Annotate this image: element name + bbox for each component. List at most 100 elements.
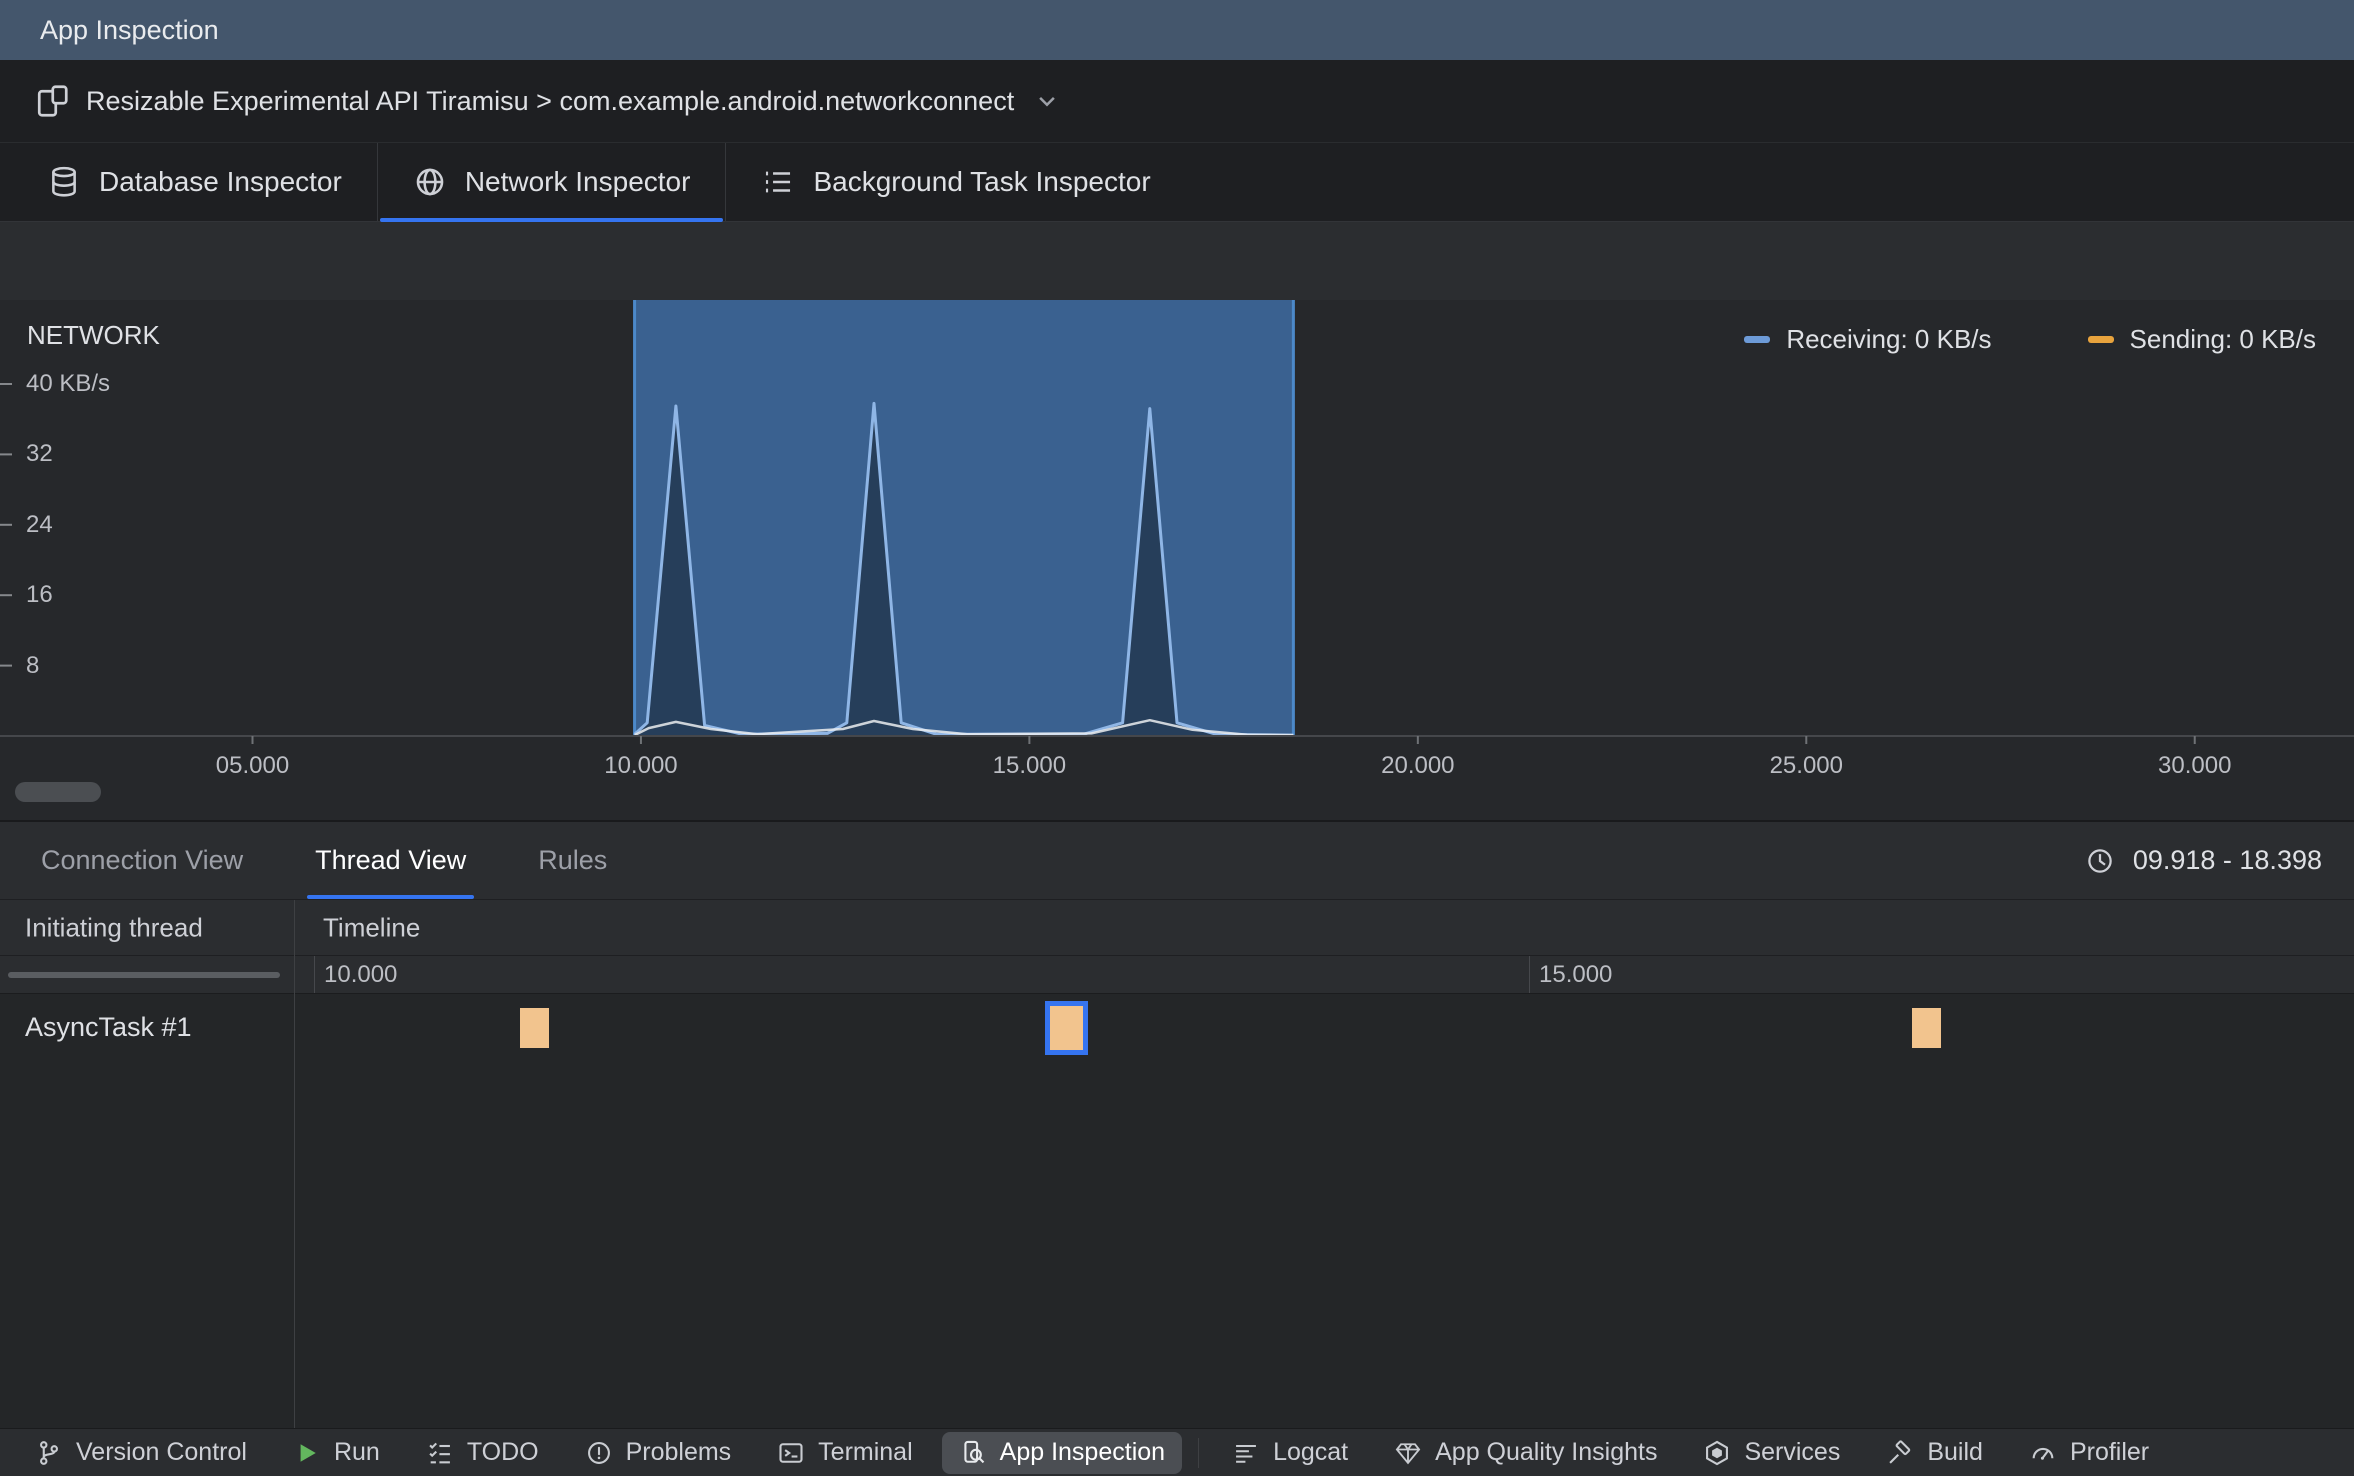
tab-label: Rules: [538, 845, 608, 875]
y-axis-label: 8: [26, 651, 40, 679]
tool-window-label: TODO: [466, 1438, 539, 1466]
legend-receiving: Receiving: 0 KB/s: [1744, 324, 1992, 355]
sending-swatch: [2087, 336, 2114, 343]
tab-label: Background Task Inspector: [813, 166, 1151, 197]
network-event-block[interactable]: [1912, 1008, 1941, 1048]
y-axis-label: 32: [26, 440, 53, 468]
legend-sending-label: Sending: 0 KB/s: [2129, 324, 2316, 354]
selection-left-handle[interactable]: [633, 300, 637, 736]
tab-label: Thread View: [315, 845, 467, 875]
thread-row-timeline[interactable]: [0, 994, 2354, 1428]
tool-window-button-todo[interactable]: TODO: [409, 1432, 556, 1474]
app-inspection-window: App Inspection Resizable Experimental AP…: [0, 0, 2354, 1476]
y-axis-label: 16: [26, 581, 53, 609]
tool-window-button-profiler[interactable]: Profiler: [2012, 1432, 2166, 1474]
tab-thread-view[interactable]: Thread View: [307, 822, 475, 899]
column-header-initiating-thread: Initiating thread: [25, 912, 203, 942]
tab-label: Database Inspector: [99, 166, 342, 197]
thread-table-header: Initiating thread Timeline: [0, 900, 2354, 956]
process-selector-label: Resizable Experimental API Tiramisu > co…: [86, 85, 1015, 116]
tool-window-button-logcat[interactable]: Logcat: [1215, 1432, 1365, 1474]
resizable-device-icon: [34, 83, 70, 119]
chevron-down-icon: [1032, 86, 1062, 116]
tool-window-label: Profiler: [2069, 1438, 2150, 1466]
receiving-swatch: [1744, 336, 1771, 343]
tool-window-button-app-inspection[interactable]: App Inspection: [941, 1431, 1183, 1474]
x-axis-label: 05.000: [215, 752, 290, 779]
tool-window-label: Version Control: [76, 1438, 247, 1466]
tool-window-button-terminal[interactable]: Terminal: [760, 1432, 929, 1474]
x-axis-label: 15.000: [992, 752, 1067, 779]
tool-window-label: App Inspection: [999, 1438, 1166, 1466]
x-axis-label: 30.000: [2158, 752, 2232, 779]
y-axis-label: 40 KB/s: [26, 370, 111, 397]
chart-title: NETWORK: [27, 320, 160, 350]
tool-window-button-build[interactable]: Build: [1869, 1432, 2000, 1474]
tool-window-button-version-control[interactable]: Version Control: [18, 1432, 264, 1474]
tool-window-title-bar: App Inspection: [0, 0, 2354, 60]
timeline-ticks: 10.000 15.000: [0, 956, 2354, 993]
app-inspection-icon: [959, 1439, 987, 1467]
x-axis-label: 20.000: [1381, 752, 1455, 779]
tool-window-label: Run: [333, 1438, 380, 1466]
tool-window-title: App Inspection: [40, 14, 219, 45]
checklist-icon: [761, 165, 795, 199]
tool-window-label: Problems: [625, 1438, 732, 1466]
tool-window-button-run[interactable]: Run: [276, 1432, 397, 1474]
timeline-tick-label: 15.000: [1539, 960, 1613, 988]
timeline-axis-row: 10.000 15.000: [0, 956, 2354, 994]
chart-selection-region[interactable]: [634, 300, 1294, 736]
tab-rules[interactable]: Rules: [530, 822, 615, 899]
column-divider[interactable]: [294, 900, 295, 1428]
tool-window-button-app-quality-insights[interactable]: App Quality Insights: [1377, 1432, 1674, 1474]
legend-sending: Sending: 0 KB/s: [2087, 324, 2316, 355]
tool-window-button-problems[interactable]: Problems: [568, 1432, 749, 1474]
network-usage-chart[interactable]: [0, 300, 2354, 744]
process-selector[interactable]: Resizable Experimental API Tiramisu > co…: [0, 60, 2354, 143]
tool-window-label: App Quality Insights: [1435, 1438, 1658, 1466]
tool-window-label: Logcat: [1273, 1438, 1349, 1466]
tab-database-inspector[interactable]: Database Inspector: [12, 143, 377, 221]
tab-connection-view[interactable]: Connection View: [33, 822, 251, 899]
todo-icon: [426, 1439, 454, 1467]
terminal-icon: [777, 1439, 805, 1467]
timeline-gridline: [314, 956, 315, 993]
timeline-tick-label: 10.000: [324, 960, 398, 988]
hammer-icon: [1886, 1439, 1914, 1467]
thread-panel-tab-bar: Connection View Thread View Rules 09.918…: [0, 822, 2354, 900]
chart-legend: Receiving: 0 KB/s Sending: 0 KB/s: [1744, 324, 2316, 355]
tab-label: Connection View: [41, 845, 244, 875]
clock-icon: [2085, 846, 2115, 876]
chart-horizontal-scrollbar[interactable]: [15, 782, 101, 802]
selection-right-handle[interactable]: [1291, 300, 1295, 736]
problems-icon: [585, 1439, 613, 1467]
database-icon: [47, 165, 81, 199]
inspector-tab-bar: Database Inspector Network Inspector Bac…: [0, 143, 2354, 222]
network-event-block[interactable]: [520, 1008, 549, 1048]
network-event-block-selected[interactable]: [1045, 1001, 1088, 1055]
time-range-label: 09.918 - 18.398: [2132, 845, 2322, 875]
tab-background-task-inspector[interactable]: Background Task Inspector: [725, 143, 1185, 221]
toolbar-separator: [1198, 1437, 1200, 1468]
services-icon: [1703, 1439, 1731, 1467]
selected-time-range: 09.918 - 18.398: [2085, 845, 2354, 876]
network-usage-panel: NETWORK Receiving: 0 KB/s Sending: 0 KB/…: [0, 300, 2354, 820]
tool-window-button-services[interactable]: Services: [1686, 1432, 1857, 1474]
column-header-timeline: Timeline: [323, 912, 421, 942]
tab-label: Network Inspector: [464, 166, 691, 197]
x-axis-label: 25.000: [1769, 752, 1843, 779]
tab-network-inspector[interactable]: Network Inspector: [376, 143, 726, 222]
run-icon: [293, 1439, 321, 1467]
profiler-icon: [2029, 1439, 2057, 1467]
tool-window-label: Build: [1927, 1438, 1983, 1466]
globe-icon: [413, 165, 447, 199]
tool-window-label: Services: [1744, 1438, 1841, 1466]
tool-window-label: Terminal: [818, 1438, 913, 1466]
thread-table-body: AsyncTask #1: [0, 994, 2354, 1428]
tool-window-bar: Version Control Run TODO Problems Termin…: [0, 1428, 2354, 1476]
legend-receiving-label: Receiving: 0 KB/s: [1786, 324, 1992, 354]
branch-icon: [35, 1439, 63, 1467]
logcat-icon: [1232, 1439, 1260, 1467]
x-axis-label: 10.000: [604, 752, 678, 779]
timeline-gridline: [1529, 956, 1530, 993]
